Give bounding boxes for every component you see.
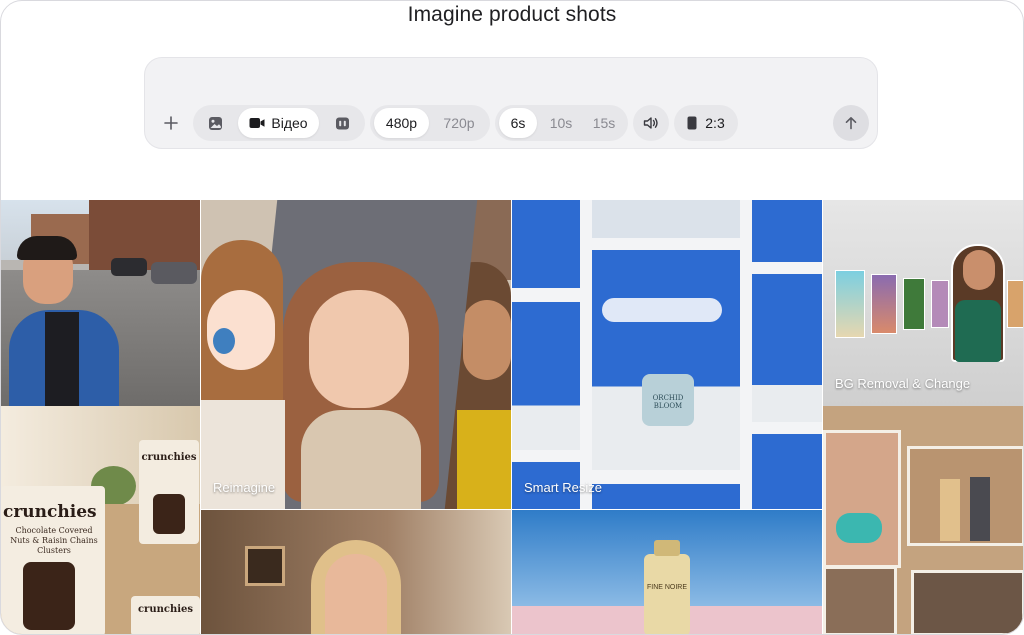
city-photo-card [871, 274, 897, 334]
app-window: Imagine product shots Відео 480p 720p 6s… [0, 0, 1024, 635]
scooter-photo [823, 430, 901, 568]
image-icon [208, 116, 222, 130]
parked-car [111, 258, 147, 276]
storyboard-mode-button[interactable] [324, 108, 360, 138]
resize-variant [512, 200, 580, 288]
gallery-tile-bg-removal[interactable]: BG Removal & Change [823, 200, 1023, 406]
arrow-up-icon [845, 117, 857, 130]
wall-frame [245, 546, 285, 586]
storyboard-icon [335, 117, 349, 129]
plus-icon [164, 116, 178, 130]
cutout-woman-face [963, 250, 995, 290]
composer-toolbar: Відео 480p 720p 6s 10s 15s 2:3 [155, 105, 869, 141]
aspect-ratio-button[interactable]: 2:3 [674, 105, 738, 141]
duration-selector: 6s 10s 15s [495, 105, 628, 141]
anime-face [309, 290, 409, 408]
beach-photo-card [835, 270, 865, 338]
anime-shirt [301, 410, 421, 509]
resolution-selector: 480p 720p [370, 105, 490, 141]
gallery-tile-reimagine[interactable]: Reimagine [201, 200, 511, 509]
image-mode-button[interactable] [197, 108, 233, 138]
resize-main-variant: ORCHID BLOOM [592, 250, 740, 470]
perfume-bottle: FINE NOIRE [644, 554, 690, 634]
gallery-tile-collage[interactable] [823, 406, 1023, 634]
resolution-720p-button[interactable]: 720p [432, 108, 486, 138]
chocolate-image [153, 494, 185, 534]
submit-button[interactable] [833, 105, 869, 141]
brand-text: crunchies [3, 502, 97, 522]
green-dress [955, 300, 1001, 362]
video-camera-icon [249, 118, 265, 128]
gallery-tile-cafe-portrait[interactable] [201, 510, 511, 634]
sound-toggle-button[interactable] [633, 105, 669, 141]
chibi-eye [213, 328, 235, 354]
real-face [463, 300, 511, 380]
cream-jar: ORCHID BLOOM [642, 374, 694, 426]
bg-removal-label: BG Removal & Change [835, 376, 971, 391]
duration-6s-button[interactable]: 6s [499, 108, 537, 138]
portrait-photo [823, 566, 897, 634]
gallery-tile-smart-resize[interactable]: ORCHID BLOOM Smart Resize [512, 200, 822, 509]
brand-text: crunchies [141, 452, 197, 463]
street-photo [907, 446, 1023, 546]
prompt-composer[interactable]: Відео 480p 720p 6s 10s 15s 2:3 [144, 57, 878, 149]
resize-variant [592, 200, 740, 238]
group-photo [911, 570, 1023, 634]
resize-variant [752, 434, 822, 509]
example-gallery: crunchies crunchies Chocolate Covered Nu… [1, 200, 1023, 634]
smart-resize-label: Smart Resize [524, 480, 603, 495]
page-title: Imagine product shots [407, 3, 617, 26]
video-mode-label: Відео [271, 115, 308, 131]
resize-variant [512, 302, 580, 450]
resize-variant [592, 484, 740, 509]
gallery-tile-selfie[interactable] [1, 200, 200, 406]
jar-label: ORCHID BLOOM [652, 394, 684, 410]
product-description: Chocolate Covered Nuts & Raisin Chains C… [10, 526, 98, 555]
perfume-label: FINE NOIRE [646, 584, 688, 591]
brand-text: crunchies [137, 604, 194, 615]
teal-scooter [836, 513, 882, 543]
orchid-flowers [602, 298, 722, 322]
aspect-ratio-label: 2:3 [705, 115, 725, 131]
portrait-frame-icon [687, 116, 697, 130]
snack-bag-front: crunchies Chocolate Covered Nuts & Raisi… [1, 486, 105, 634]
gallery-tile-snack-product[interactable]: crunchies crunchies Chocolate Covered Nu… [1, 406, 200, 634]
duration-15s-button[interactable]: 15s [585, 108, 623, 138]
resize-variant [752, 274, 822, 422]
resolution-480p-button[interactable]: 480p [374, 108, 429, 138]
mode-selector: Відео [193, 105, 365, 141]
add-attachment-button[interactable] [157, 105, 185, 141]
black-shirt [45, 312, 79, 406]
photo-card [1007, 280, 1023, 328]
person [970, 477, 990, 541]
woman-face [325, 554, 387, 634]
hair [17, 236, 77, 260]
video-mode-button[interactable]: Відео [238, 108, 319, 138]
perfume-cap [654, 540, 680, 556]
snack-bag-back: crunchies [139, 440, 199, 544]
snack-bag-lower: crunchies [131, 596, 200, 634]
person [940, 479, 960, 541]
speaker-icon [643, 117, 658, 129]
chocolate-image [23, 562, 75, 630]
photo-card [931, 280, 949, 328]
forest-photo-card [903, 278, 925, 330]
parked-car [151, 262, 197, 284]
duration-10s-button[interactable]: 10s [542, 108, 580, 138]
yellow-top [457, 410, 511, 509]
gallery-tile-perfume[interactable]: FINE NOIRE [512, 510, 822, 634]
resize-variant [752, 200, 822, 262]
reimagine-label: Reimagine [213, 480, 276, 495]
